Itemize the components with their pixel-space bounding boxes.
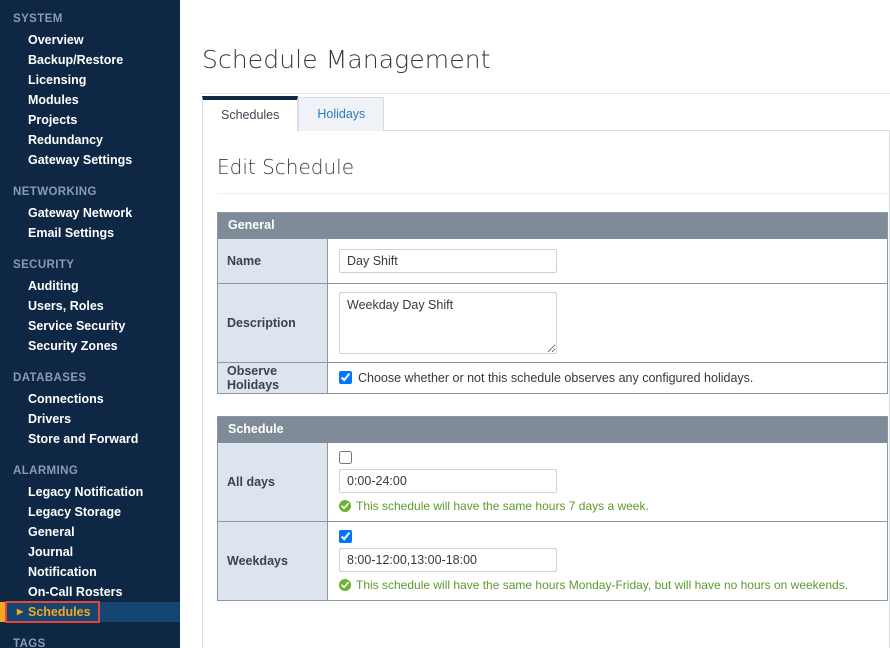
- sidebar-spacer: [0, 170, 180, 179]
- row-label-weekdays: Weekdays: [218, 522, 328, 600]
- all-days-checkbox[interactable]: [339, 451, 352, 464]
- observe-holidays-checkbox[interactable]: [339, 371, 352, 384]
- sidebar-item-gateway-settings[interactable]: Gateway Settings: [0, 150, 180, 170]
- sidebar-item-projects[interactable]: Projects: [0, 110, 180, 130]
- section-general: General Name Description Weekday Day Shi…: [217, 212, 888, 394]
- description-textarea[interactable]: Weekday Day Shift: [339, 292, 557, 354]
- app-root: SYSTEM Overview Backup/Restore Licensing…: [0, 0, 890, 648]
- sidebar-spacer: [0, 622, 180, 631]
- row-label-description: Description: [218, 284, 328, 362]
- sidebar-spacer: [0, 243, 180, 252]
- sidebar-item-label: Schedules: [28, 605, 91, 619]
- row-all-days: All days This schedule will have the sam…: [218, 443, 887, 522]
- sidebar-group-title-alarming: ALARMING: [0, 458, 180, 482]
- tab-schedules[interactable]: Schedules: [202, 96, 298, 131]
- sidebar-item-connections[interactable]: Connections: [0, 389, 180, 409]
- section-header-schedule: Schedule: [218, 417, 887, 443]
- sidebar-item-legacy-storage[interactable]: Legacy Storage: [0, 502, 180, 522]
- sidebar-spacer: [0, 449, 180, 458]
- row-body-name: [328, 239, 887, 283]
- check-circle-icon: [339, 579, 351, 591]
- observe-holidays-text: Choose whether or not this schedule obse…: [358, 371, 753, 385]
- tab-bar: Schedules Holidays: [202, 94, 890, 130]
- row-observe-holidays: Observe Holidays Choose whether or not t…: [218, 363, 887, 394]
- weekdays-checkbox[interactable]: [339, 530, 352, 543]
- sidebar-item-service-security[interactable]: Service Security: [0, 316, 180, 336]
- row-label-observe-holidays: Observe Holidays: [218, 363, 328, 393]
- sidebar-item-redundancy[interactable]: Redundancy: [0, 130, 180, 150]
- sidebar-item-auditing[interactable]: Auditing: [0, 276, 180, 296]
- section-schedule: Schedule All days This schedule will hav…: [217, 416, 888, 601]
- selected-accent-bar: [0, 602, 5, 622]
- sidebar-item-notification[interactable]: Notification: [0, 562, 180, 582]
- sidebar-group-title-system: SYSTEM: [0, 6, 180, 30]
- row-weekdays: Weekdays This schedule will have the sam…: [218, 522, 887, 601]
- row-description: Description Weekday Day Shift: [218, 284, 887, 363]
- sidebar-item-gateway-network[interactable]: Gateway Network: [0, 203, 180, 223]
- weekdays-hours-input[interactable]: [339, 548, 557, 572]
- row-body-description: Weekday Day Shift: [328, 284, 887, 362]
- sidebar-group-title-networking: NETWORKING: [0, 179, 180, 203]
- row-body-observe-holidays: Choose whether or not this schedule obse…: [328, 363, 887, 393]
- sidebar-item-on-call-rosters[interactable]: On-Call Rosters: [0, 582, 180, 602]
- main-content: Schedule Management Schedules Holidays E…: [180, 0, 890, 648]
- name-input[interactable]: [339, 249, 557, 273]
- weekdays-help-text: This schedule will have the same hours M…: [356, 578, 848, 592]
- card-divider: [217, 193, 889, 194]
- row-label-all-days: All days: [218, 443, 328, 521]
- sidebar-item-licensing[interactable]: Licensing: [0, 70, 180, 90]
- sidebar-item-modules[interactable]: Modules: [0, 90, 180, 110]
- row-body-weekdays: This schedule will have the same hours M…: [328, 522, 887, 600]
- sidebar-item-backup-restore[interactable]: Backup/Restore: [0, 50, 180, 70]
- section-header-general: General: [218, 213, 887, 239]
- chevron-right-icon: ▶: [17, 606, 23, 618]
- sidebar-item-store-and-forward[interactable]: Store and Forward: [0, 429, 180, 449]
- edit-schedule-card: Edit Schedule General Name Description W…: [202, 130, 890, 648]
- all-days-help-line: This schedule will have the same hours 7…: [339, 499, 887, 513]
- row-body-all-days: This schedule will have the same hours 7…: [328, 443, 887, 521]
- row-name: Name: [218, 239, 887, 284]
- weekdays-help-line: This schedule will have the same hours M…: [339, 578, 887, 592]
- sidebar-item-users-roles[interactable]: Users, Roles: [0, 296, 180, 316]
- sidebar-item-drivers[interactable]: Drivers: [0, 409, 180, 429]
- sidebar-item-general[interactable]: General: [0, 522, 180, 542]
- sidebar-item-schedules[interactable]: ▶ Schedules: [0, 602, 180, 622]
- sidebar-group-title-security: SECURITY: [0, 252, 180, 276]
- row-label-name: Name: [218, 239, 328, 283]
- sidebar-nav: SYSTEM Overview Backup/Restore Licensing…: [0, 0, 180, 648]
- observe-holidays-checkbox-line: Choose whether or not this schedule obse…: [339, 371, 887, 385]
- sidebar-item-security-zones[interactable]: Security Zones: [0, 336, 180, 356]
- sidebar-item-overview[interactable]: Overview: [0, 30, 180, 50]
- all-days-hours-input[interactable]: [339, 469, 557, 493]
- sidebar-item-email-settings[interactable]: Email Settings: [0, 223, 180, 243]
- sidebar-item-legacy-notification[interactable]: Legacy Notification: [0, 482, 180, 502]
- sidebar-group-title-tags: TAGS: [0, 631, 180, 648]
- page-title: Schedule Management: [180, 17, 890, 74]
- check-circle-icon: [339, 500, 351, 512]
- sidebar-spacer: [0, 356, 180, 365]
- sidebar-item-journal[interactable]: Journal: [0, 542, 180, 562]
- sidebar-group-title-databases: DATABASES: [0, 365, 180, 389]
- all-days-help-text: This schedule will have the same hours 7…: [356, 499, 649, 513]
- tab-holidays[interactable]: Holidays: [298, 97, 384, 131]
- card-title: Edit Schedule: [203, 131, 889, 179]
